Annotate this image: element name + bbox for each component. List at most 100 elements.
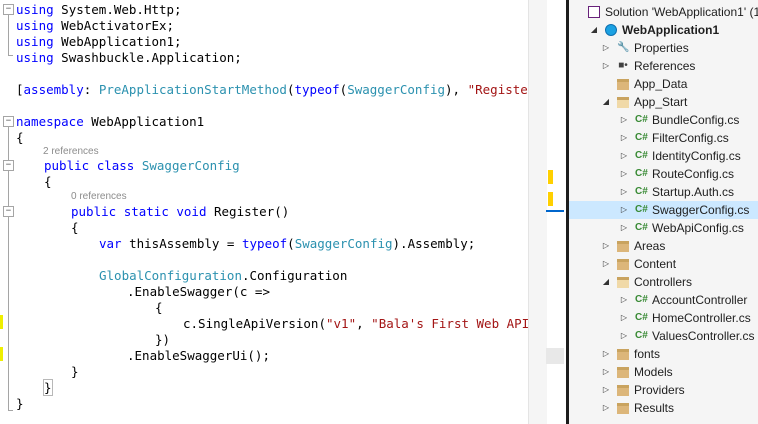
chevron-right-icon[interactable]: ▷ (601, 399, 611, 417)
folder-icon (617, 367, 629, 378)
tree-item-homecontroller-cs[interactable]: ▷ C# HomeController.cs (569, 309, 758, 327)
code-text: using System.Web.Http; (16, 2, 182, 17)
chevron-right-icon[interactable]: ▷ (619, 219, 629, 237)
codelens-references[interactable]: 0 references (71, 191, 127, 203)
code-line: { (71, 220, 79, 236)
csharp-file-icon: C# (635, 132, 648, 143)
code-text: var thisAssembly = typeof(SwaggerConfig)… (99, 236, 476, 251)
tree-item-swaggerconfig-cs[interactable]: ▷ C# SwaggerConfig.cs (569, 201, 758, 219)
tree-item-app-data[interactable]: App_Data (569, 75, 758, 93)
tree-item-routeconfig-cs[interactable]: ▷ C# RouteConfig.cs (569, 165, 758, 183)
codelens-references[interactable]: 2 references (43, 146, 99, 158)
chevron-right-icon[interactable]: ▷ (601, 255, 611, 273)
tree-item-app-start[interactable]: ◢ App_Start (569, 93, 758, 111)
tree-item-references[interactable]: ▷ ■• References (569, 57, 758, 75)
code-text: { (16, 130, 24, 145)
tree-item-fonts[interactable]: ▷ fonts (569, 345, 758, 363)
chevron-right-icon[interactable]: ▷ (619, 147, 629, 165)
chevron-right-icon[interactable]: ▷ (619, 129, 629, 147)
web-project-icon (605, 24, 617, 36)
csharp-file-icon: C# (635, 330, 648, 341)
tree-item-identityconfig-cs[interactable]: ▷ C# IdentityConfig.cs (569, 147, 758, 165)
chevron-right-icon[interactable]: ▷ (601, 345, 611, 363)
code-text: [assembly: PreApplicationStartMethod(typ… (16, 82, 540, 97)
folder-open-icon (617, 97, 629, 108)
tree-item-label: WebApiConfig.cs (652, 221, 744, 235)
folder-icon (617, 403, 629, 414)
tree-item-areas[interactable]: ▷ Areas (569, 237, 758, 255)
tree-item-properties[interactable]: ▷ 🔧 Properties (569, 39, 758, 57)
code-editor[interactable]: − − − − using System.Web.Http; using Web… (0, 0, 540, 424)
code-text: GlobalConfiguration.Configuration (99, 268, 348, 283)
chevron-down-icon[interactable]: ◢ (601, 93, 611, 111)
tree-item-label: Models (634, 365, 673, 379)
code-line: GlobalConfiguration.Configuration (99, 268, 347, 284)
solution-icon (588, 6, 600, 18)
code-line: .EnableSwagger(c => (127, 284, 270, 300)
tree-item-solution[interactable]: Solution 'WebApplication1' (1 (569, 3, 758, 21)
chevron-right-icon[interactable]: ▷ (601, 57, 611, 75)
chevron-down-icon[interactable]: ◢ (589, 21, 599, 39)
collapse-using-icon[interactable]: − (3, 4, 14, 15)
scrollbar-thumb[interactable] (546, 348, 564, 364)
tree-item-models[interactable]: ▷ Models (569, 363, 758, 381)
code-text: using WebApplication1; (16, 34, 182, 49)
chevron-down-icon[interactable]: ◢ (601, 273, 611, 291)
code-line: using Swashbuckle.Application; (16, 50, 242, 66)
tree-item-label: IdentityConfig.cs (652, 149, 741, 163)
folder-icon (617, 79, 629, 90)
tree-item-startup-auth-cs[interactable]: ▷ C# Startup.Auth.cs (569, 183, 758, 201)
tree-item-providers[interactable]: ▷ Providers (569, 381, 758, 399)
chevron-right-icon[interactable]: ▷ (619, 183, 629, 201)
tree-item-valuescontroller-cs[interactable]: ▷ C# ValuesController.cs (569, 327, 758, 345)
matched-brace: } (43, 379, 53, 396)
chevron-right-icon[interactable]: ▷ (619, 201, 629, 219)
csharp-file-icon: C# (635, 114, 648, 125)
chevron-right-icon[interactable]: ▷ (601, 363, 611, 381)
chevron-right-icon[interactable]: ▷ (619, 165, 629, 183)
code-line: .EnableSwaggerUi(); (127, 348, 270, 364)
outline-guide-end (8, 55, 13, 56)
tree-item-label: HomeController.cs (652, 311, 751, 325)
code-text: { (44, 174, 52, 189)
collapse-method-icon[interactable]: − (3, 206, 14, 217)
tree-item-bundleconfig-cs[interactable]: ▷ C# BundleConfig.cs (569, 111, 758, 129)
code-text: c.SingleApiVersion("v1", "Bala's First W… (183, 316, 540, 331)
code-line: namespace WebApplication1 (16, 114, 204, 130)
tree-item-label: Areas (634, 239, 666, 253)
tree-item-accountcontroller[interactable]: ▷ C# AccountController (569, 291, 758, 309)
chevron-right-icon[interactable]: ▷ (619, 327, 629, 345)
code-line: { (155, 300, 163, 316)
csharp-file-icon: C# (635, 204, 648, 215)
tree-item-project[interactable]: ◢ WebApplication1 (569, 21, 758, 39)
chevron-right-icon[interactable]: ▷ (601, 237, 611, 255)
tree-item-label: Providers (634, 383, 685, 397)
code-line: { (44, 174, 52, 190)
code-line: var thisAssembly = typeof(SwaggerConfig)… (99, 236, 475, 252)
tree-item-webapiconfig-cs[interactable]: ▷ C# WebApiConfig.cs (569, 219, 758, 237)
folder-open-icon (617, 277, 629, 288)
tree-item-label: SwaggerConfig.cs (652, 203, 750, 217)
tree-item-label: ValuesController.cs (652, 329, 755, 343)
collapse-namespace-icon[interactable]: − (3, 116, 14, 127)
tree-item-content[interactable]: ▷ Content (569, 255, 758, 273)
chevron-right-icon[interactable]: ▷ (619, 291, 629, 309)
tree-item-results[interactable]: ▷ Results (569, 399, 758, 417)
tree-item-controllers[interactable]: ◢ Controllers (569, 273, 758, 291)
chevron-right-icon[interactable]: ▷ (619, 111, 629, 129)
folder-icon (617, 385, 629, 396)
chevron-right-icon[interactable]: ▷ (601, 381, 611, 399)
tree-item-filterconfig-cs[interactable]: ▷ C# FilterConfig.cs (569, 129, 758, 147)
collapse-class-icon[interactable]: − (3, 160, 14, 171)
code-text: } (16, 396, 24, 411)
solution-explorer[interactable]: Solution 'WebApplication1' (1 ◢ WebAppli… (566, 0, 758, 424)
wrench-icon: 🔧 (617, 42, 630, 53)
tree-item-label: Controllers (634, 275, 693, 289)
tree-item-label: Startup.Auth.cs (652, 185, 735, 199)
chevron-right-icon[interactable]: ▷ (601, 39, 611, 57)
csharp-file-icon: C# (635, 186, 648, 197)
code-line: using WebActivatorEx; (16, 18, 174, 34)
scrollbar-change-marker (548, 170, 553, 184)
chevron-right-icon[interactable]: ▷ (619, 309, 629, 327)
editor-scrollbar[interactable] (528, 0, 547, 424)
